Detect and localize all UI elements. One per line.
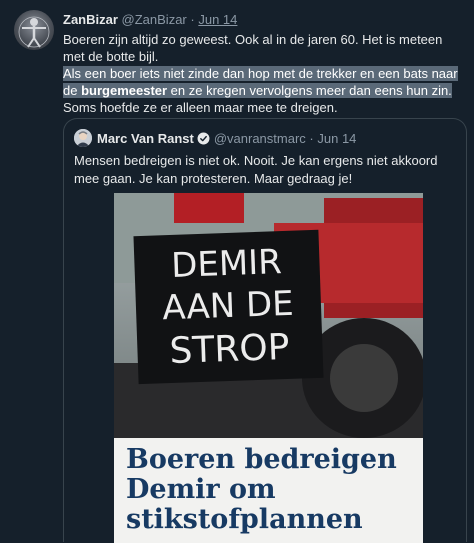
quoted-avatar[interactable]	[74, 129, 92, 147]
verified-badge-icon	[197, 132, 210, 145]
tweet-line-3: Soms hoefde ze er alleen maar mee te dre…	[63, 100, 338, 115]
quoted-avatar-face-icon	[74, 129, 92, 147]
quoted-text: Mensen bedreigen is niet ok. Nooit. Je k…	[74, 153, 438, 186]
author-name[interactable]: ZanBizar	[63, 12, 118, 27]
highlight-bold: burgemeester	[81, 83, 168, 98]
tweet-line-highlighted: Als een boer iets niet zinde dan hop met…	[63, 65, 463, 99]
avatar[interactable]	[14, 10, 54, 50]
sign-line-1: DEMIR	[171, 242, 283, 286]
quoted-author-handle[interactable]: @vanranstmarc	[214, 131, 306, 146]
author-handle[interactable]: @ZanBizar	[122, 12, 187, 27]
quoted-author-name[interactable]: Marc Van Ranst	[97, 131, 194, 146]
quoted-separator: ·	[309, 131, 314, 146]
quoted-date[interactable]: Jun 14	[317, 131, 356, 146]
tweet-date[interactable]: Jun 14	[198, 12, 237, 27]
highlight-part-2: en ze kregen vervolgens meer dan eens hu…	[167, 83, 452, 98]
quoted-tweet[interactable]: Marc Van Ranst @vanranstmarc · Jun 14 Men…	[63, 118, 467, 543]
tweet[interactable]: ZanBizar @ZanBizar · Jun 14 Boeren zijn …	[0, 0, 474, 543]
separator: ·	[190, 12, 195, 27]
protest-photo: DEMIR AAN DE STROP	[114, 193, 423, 438]
avatar-figure-icon	[18, 16, 50, 48]
quoted-media[interactable]: DEMIR AAN DE STROP Boeren bedreigen Demi…	[114, 193, 423, 543]
article-headline: Boeren bedreigen Demir om stikstofplanne…	[126, 444, 397, 535]
quoted-header: Marc Van Ranst @vanranstmarc · Jun 14	[97, 131, 356, 146]
sign-line-2: AAN DE	[162, 284, 295, 329]
tweet-text: Boeren zijn altijd zo geweest. Ook al in…	[63, 31, 463, 116]
sign-line-3: STROP	[169, 327, 290, 372]
tweet-header: ZanBizar @ZanBizar · Jun 14	[63, 12, 237, 27]
tweet-line-1: Boeren zijn altijd zo geweest. Ook al in…	[63, 32, 443, 64]
